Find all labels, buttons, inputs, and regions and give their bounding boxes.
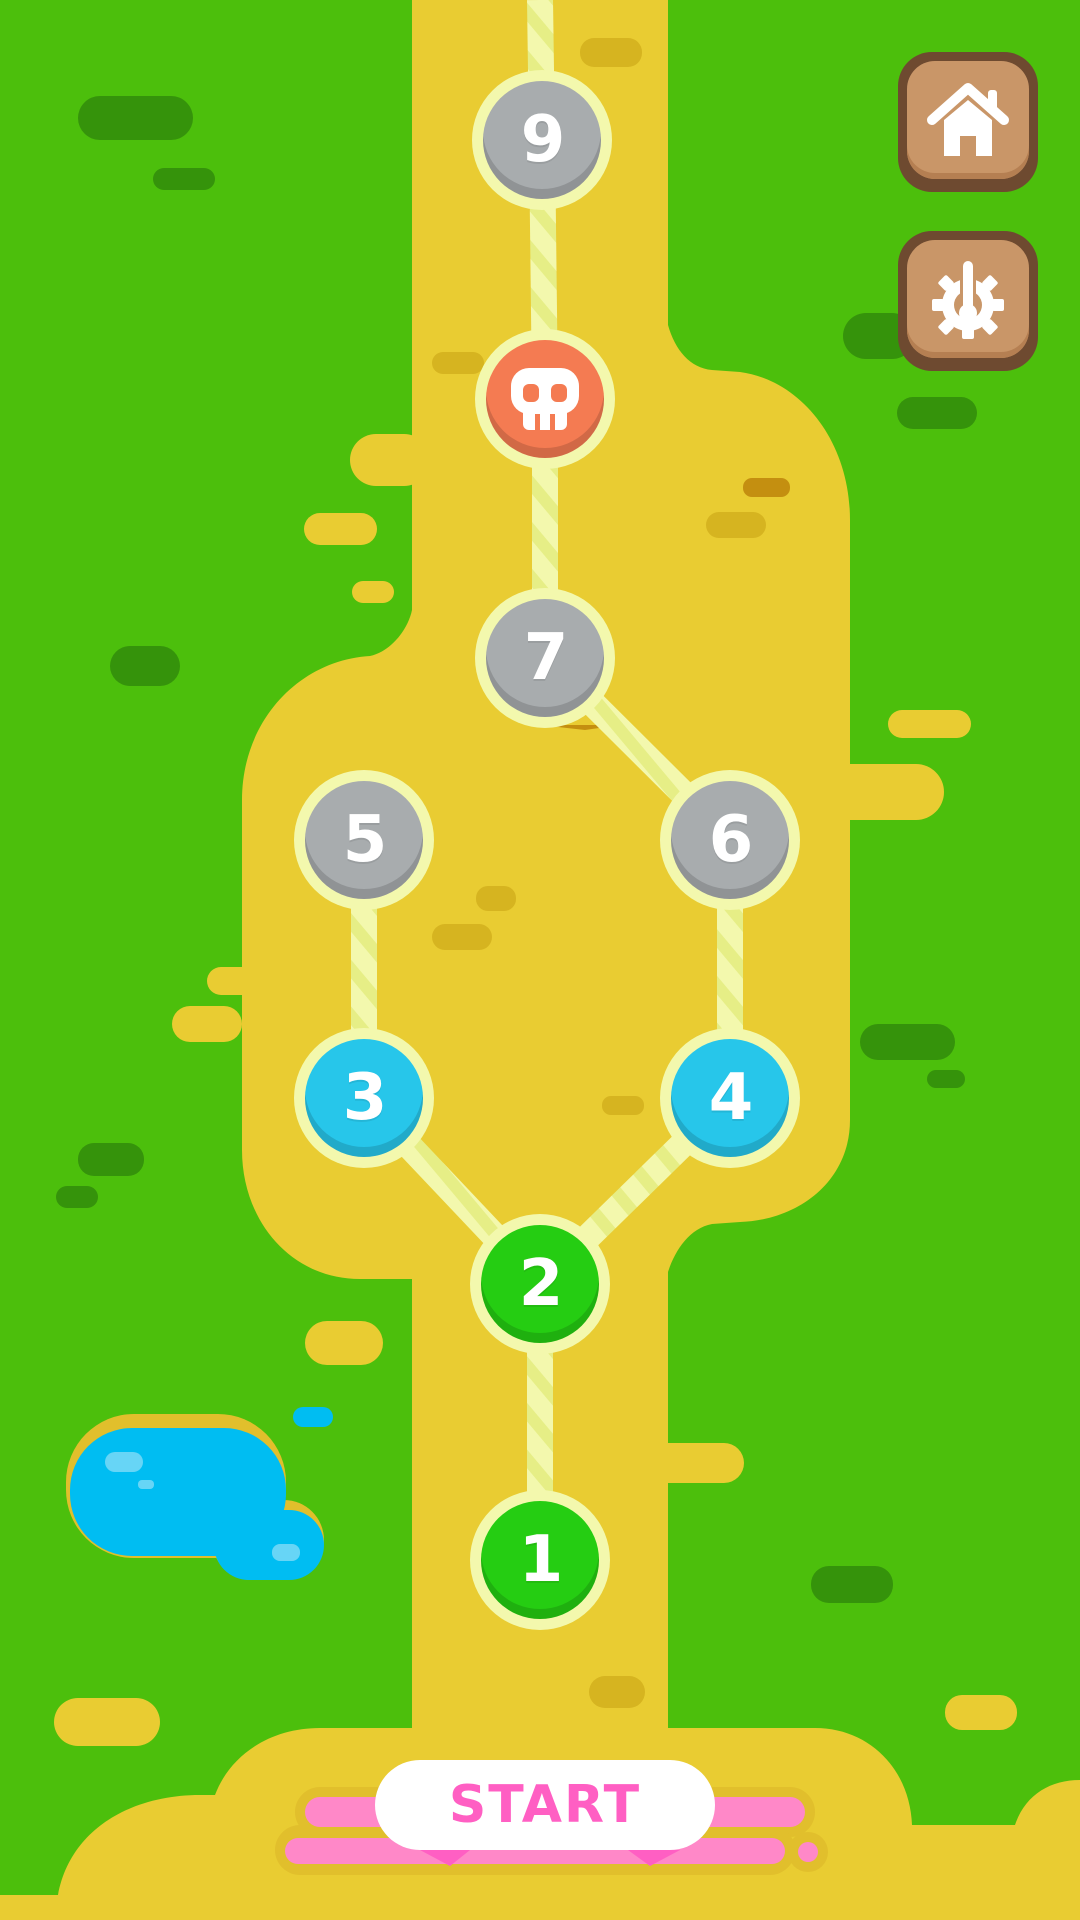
level-9-node[interactable]: 9 xyxy=(472,70,612,210)
level-7-node[interactable]: 7 xyxy=(475,588,615,728)
level-1-label: 1 xyxy=(518,1523,564,1597)
level-2-label: 2 xyxy=(518,1247,564,1321)
home-icon xyxy=(927,83,1009,156)
level-9-label: 9 xyxy=(520,103,566,177)
level-5-label: 5 xyxy=(342,803,388,877)
start-button[interactable]: START xyxy=(375,1760,715,1850)
level-4-node[interactable]: 4 xyxy=(660,1028,800,1168)
level-6-node[interactable]: 6 xyxy=(660,770,800,910)
skull-icon xyxy=(511,368,579,430)
home-button[interactable] xyxy=(898,52,1038,192)
level-7-label: 7 xyxy=(523,621,569,695)
level-5-node[interactable]: 5 xyxy=(294,770,434,910)
level-2-node[interactable]: 2 xyxy=(470,1214,610,1354)
level-3-node[interactable]: 3 xyxy=(294,1028,434,1168)
level-4-label: 4 xyxy=(708,1061,754,1135)
settings-thermometer-icon xyxy=(932,259,1004,339)
level-3-label: 3 xyxy=(342,1061,388,1135)
settings-button[interactable] xyxy=(898,231,1038,371)
level-8-boss-node[interactable] xyxy=(475,329,615,469)
level-6-label: 6 xyxy=(708,803,754,877)
start-label: START xyxy=(448,1775,642,1835)
level-1-node[interactable]: 1 xyxy=(470,1490,610,1630)
